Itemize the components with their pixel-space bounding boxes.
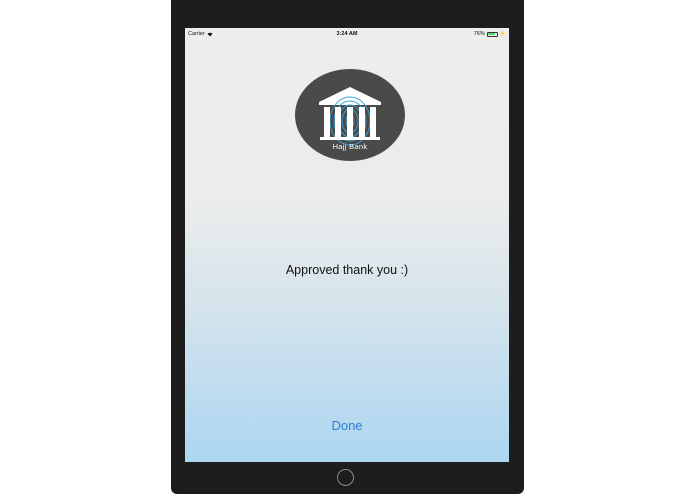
app-screen: Carrier 3:24 AM 76% ⚡ Hajj Bank Approved… bbox=[185, 28, 509, 462]
battery-indicator: 76% ⚡ bbox=[474, 31, 506, 37]
approval-message: Approved thank you :) bbox=[285, 263, 409, 277]
ipad-frame: Carrier 3:24 AM 76% ⚡ Hajj Bank Approved… bbox=[171, 0, 524, 494]
done-button[interactable]: Done bbox=[317, 415, 377, 435]
charging-icon: ⚡ bbox=[499, 31, 506, 37]
battery-level-fill bbox=[488, 33, 496, 35]
status-time: 3:24 AM bbox=[336, 31, 358, 37]
battery-percent: 76% bbox=[473, 31, 485, 37]
hajj-bank-logo: Hajj Bank bbox=[295, 69, 405, 161]
battery-icon bbox=[486, 31, 498, 37]
logo-label: Hajj Bank bbox=[332, 142, 368, 151]
home-button[interactable] bbox=[337, 469, 354, 486]
status-bar: Carrier 3:24 AM 76% ⚡ bbox=[185, 28, 509, 40]
